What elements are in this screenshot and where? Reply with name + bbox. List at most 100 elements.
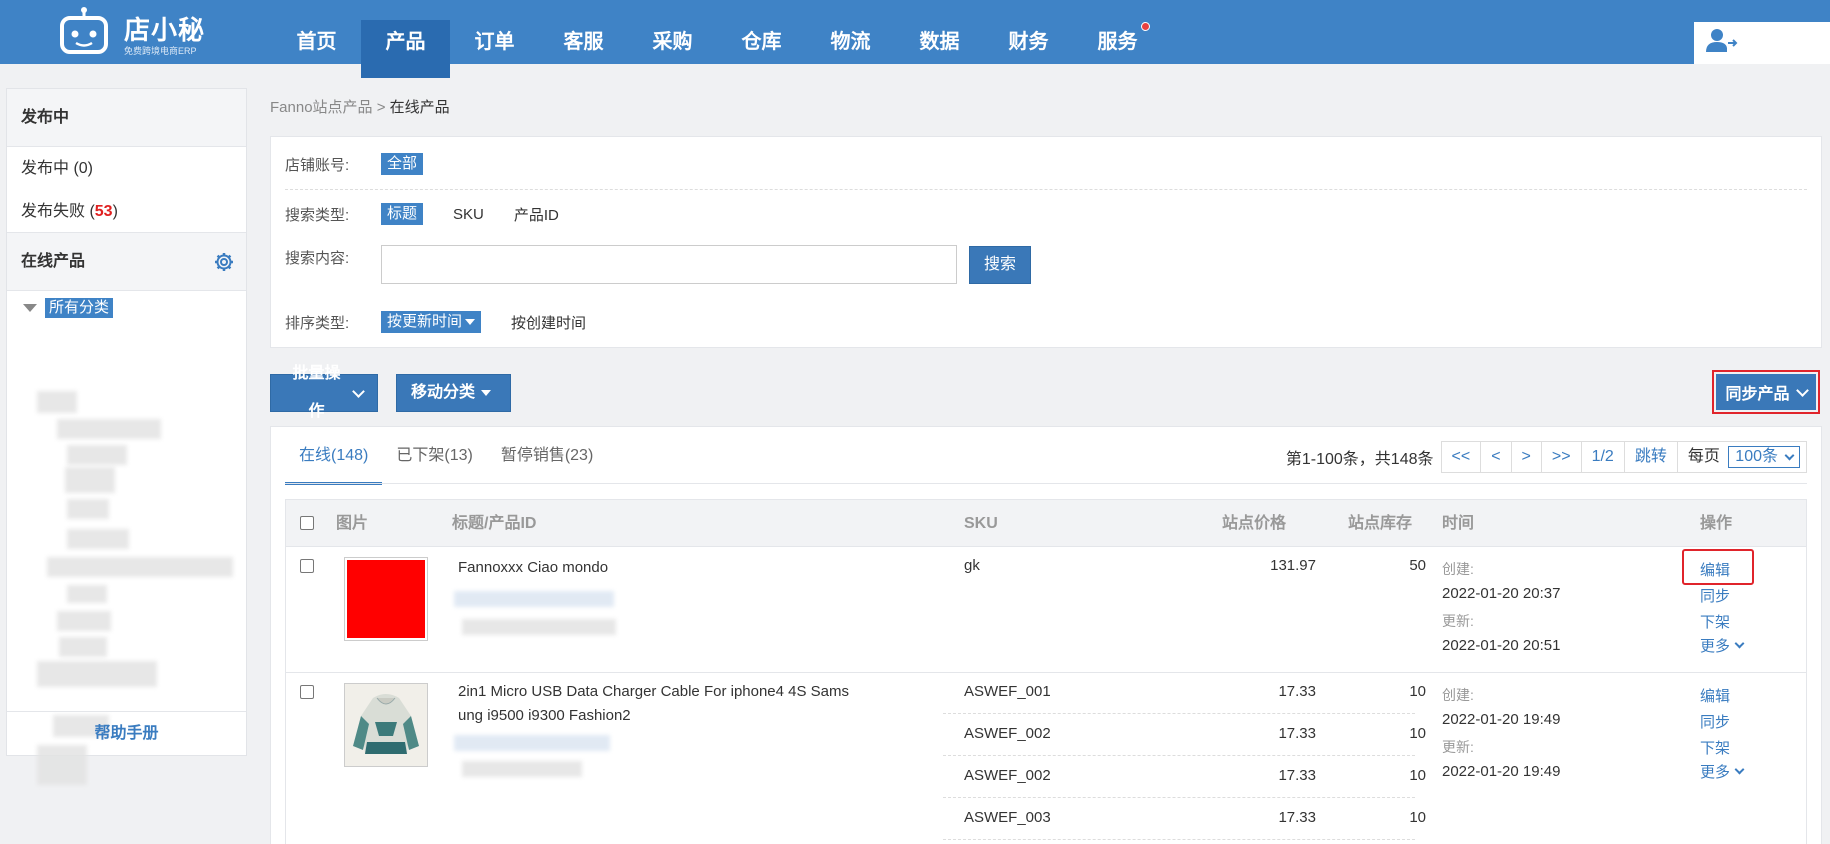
product-title-line2[interactable]: ung i9500 i9300 Fashion2: [458, 707, 631, 724]
sidebar: 发布中 发布中 (0) 发布失败 (53) 在线产品 所有分类 帮助手册: [6, 88, 247, 785]
breadcrumb-separator: >: [372, 99, 390, 116]
stock-value: 10: [1409, 809, 1426, 826]
move-category-label: 移动分类: [411, 384, 476, 401]
user-menu[interactable]: [1694, 22, 1830, 64]
nav-item[interactable]: 采购: [628, 0, 717, 64]
breadcrumb: Fanno站点产品 > 在线产品: [270, 96, 450, 117]
per-page-select[interactable]: 100条: [1728, 446, 1800, 468]
nav-item[interactable]: 财务: [984, 0, 1073, 64]
row-checkbox[interactable]: [300, 559, 314, 573]
last-page-button[interactable]: >>: [1540, 441, 1582, 473]
search-type-row: 搜索类型: 标题 SKU 产品ID: [285, 203, 559, 225]
nav-item[interactable]: 产品: [361, 20, 450, 78]
search-type-label: 搜索类型:: [285, 206, 350, 224]
sync-products-label: 同步产品: [1725, 386, 1790, 403]
first-page-button[interactable]: <<: [1440, 441, 1482, 473]
nav-item[interactable]: 仓库: [717, 0, 806, 64]
sidebar-item-failed[interactable]: 发布失败 (53): [7, 190, 246, 233]
jump-button[interactable]: 跳转: [1623, 441, 1678, 473]
nav-item[interactable]: 客服: [539, 0, 628, 64]
updated-time: 2022-01-20 19:49: [1442, 763, 1561, 780]
breadcrumb-current: 在线产品: [389, 99, 450, 116]
search-type-sku[interactable]: SKU: [453, 206, 484, 223]
stock-value: 10: [1409, 683, 1426, 700]
product-title-line1[interactable]: 2in1 Micro USB Data Charger Cable For ip…: [458, 683, 849, 700]
row-checkbox[interactable]: [300, 685, 314, 699]
filter-panel: 店铺账号: 全部 搜索类型: 标题 SKU 产品ID 搜索内容: 搜索 排序类型…: [270, 136, 1822, 348]
store-filter-row: 店铺账号: 全部: [285, 153, 424, 175]
expand-caret-icon[interactable]: [23, 304, 37, 312]
search-input[interactable]: [381, 245, 957, 284]
search-button[interactable]: 搜索: [969, 245, 1031, 284]
brand-logo[interactable]: 店小秘 免费跨境电商ERP: [58, 4, 208, 60]
delist-link[interactable]: 下架: [1700, 611, 1730, 632]
product-table: 图片 标题/产品ID SKU 站点价格 站点库存 时间 操作 Fannoxxx …: [285, 499, 1807, 844]
updated-label: 更新:: [1442, 613, 1474, 629]
caret-down-icon: [481, 390, 492, 396]
top-navbar: 店小秘 免费跨境电商ERP 首页 产品 订单 客服 采购 仓库 物流 数据 财务 服务: [0, 0, 1830, 78]
prev-page-button[interactable]: <: [1480, 441, 1512, 473]
search-type-product-id[interactable]: 产品ID: [514, 204, 559, 225]
nav-item[interactable]: 服务: [1073, 0, 1162, 64]
status-tab[interactable]: 暂停销售(23): [487, 427, 607, 485]
sort-by-created[interactable]: 按创建时间: [511, 312, 586, 333]
more-label: 更多: [1700, 764, 1731, 781]
sidebar-item-publishing[interactable]: 发布中 (0): [7, 147, 246, 190]
stock-value: 10: [1409, 767, 1426, 784]
gear-icon[interactable]: [214, 252, 234, 272]
user-switch-icon: [1706, 29, 1738, 52]
sync-link[interactable]: 同步: [1700, 711, 1730, 732]
header-time: 时间: [1442, 515, 1475, 532]
product-image[interactable]: [344, 557, 428, 641]
store-label: 店铺账号:: [285, 156, 350, 174]
chevron-down-icon: [1784, 450, 1795, 460]
sort-row: 排序类型: 按更新时间 按创建时间: [285, 311, 586, 333]
delist-link[interactable]: 下架: [1700, 737, 1730, 758]
per-page-label: 每页: [1687, 448, 1720, 465]
sort-by-updated-label: 按更新时间: [387, 313, 463, 330]
table-header: 图片 标题/产品ID SKU 站点价格 站点库存 时间 操作: [285, 499, 1807, 547]
status-tab[interactable]: 已下架(13): [382, 427, 486, 485]
store-option-all[interactable]: 全部: [381, 153, 424, 175]
sync-products-button[interactable]: 同步产品: [1716, 374, 1816, 410]
product-title[interactable]: Fannoxxx Ciao mondo: [458, 559, 608, 576]
tabs-divider: [285, 483, 1807, 484]
category-tree-root[interactable]: 所有分类: [7, 293, 246, 323]
pagination-info: 第1-100条，共148条: [1285, 451, 1434, 468]
sort-by-updated-dropdown[interactable]: 按更新时间: [381, 311, 482, 333]
hoodie-product-image: [345, 684, 427, 766]
product-panel: 在线(148) 已下架(13) 暂停销售(23) 第1-100条，共148条 << …: [270, 426, 1822, 844]
header-image: 图片: [336, 515, 369, 532]
edit-link[interactable]: 编辑: [1700, 559, 1730, 580]
product-image[interactable]: [344, 683, 428, 767]
sidebar-section-online: 在线产品: [7, 233, 246, 291]
search-type-title[interactable]: 标题: [381, 203, 424, 225]
brand-name: 店小秘: [124, 15, 206, 45]
breadcrumb-parent[interactable]: Fanno站点产品: [270, 99, 373, 116]
failed-prefix: 发布失败 (: [21, 203, 95, 220]
more-dropdown[interactable]: 更多: [1700, 761, 1745, 782]
search-content-label: 搜索内容:: [285, 250, 350, 267]
nav-item[interactable]: 数据: [895, 0, 984, 64]
more-dropdown[interactable]: 更多: [1700, 635, 1745, 656]
status-tab[interactable]: 在线(148): [285, 427, 383, 485]
nav-item[interactable]: 首页: [272, 0, 361, 64]
table-row: 2in1 Micro USB Data Charger Cable For ip…: [285, 673, 1807, 844]
sort-label: 排序类型:: [285, 314, 350, 332]
help-manual-link[interactable]: 帮助手册: [7, 711, 246, 755]
price-value: 17.33: [1278, 809, 1316, 826]
select-all-checkbox[interactable]: [300, 516, 314, 530]
next-page-button[interactable]: >: [1510, 441, 1542, 473]
move-category-button[interactable]: 移动分类: [396, 374, 511, 412]
sku-value: gk: [964, 557, 980, 574]
per-page-container: 每页 100条: [1676, 441, 1807, 473]
created-label: 创建:: [1442, 561, 1474, 577]
all-categories[interactable]: 所有分类: [45, 298, 114, 318]
sync-link[interactable]: 同步: [1700, 585, 1730, 606]
edit-link[interactable]: 编辑: [1700, 685, 1730, 706]
nav-item[interactable]: 物流: [806, 0, 895, 64]
batch-actions-button[interactable]: 批量操作: [270, 365, 378, 420]
nav-item[interactable]: 订单: [450, 0, 539, 64]
sidebar-section-publishing: 发布中: [7, 89, 246, 147]
chevron-down-icon: [1734, 638, 1745, 649]
